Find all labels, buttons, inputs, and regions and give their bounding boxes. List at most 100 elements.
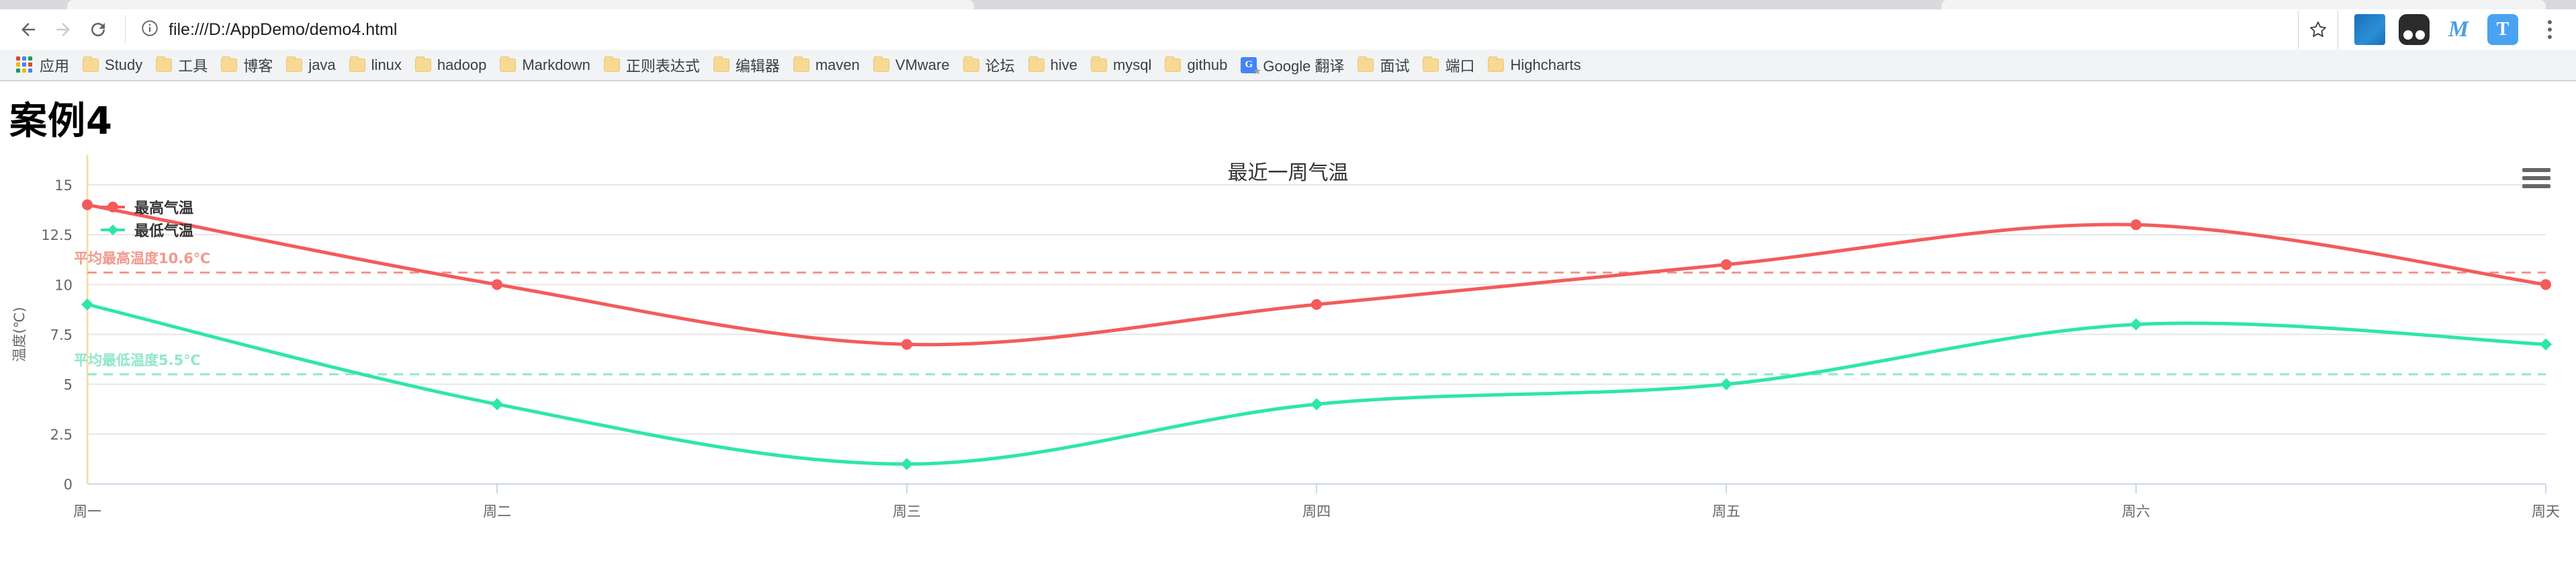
- data-point-marker[interactable]: 周六 最高气温 13: [2131, 219, 2141, 231]
- apps-grid-dot: [22, 68, 26, 73]
- google-translate-icon: G: [1241, 56, 1261, 77]
- bookmark-item[interactable]: linux: [343, 52, 408, 78]
- apps-grid-dot: [28, 56, 32, 60]
- y-axis-tick-label: 2.5: [50, 427, 73, 443]
- bookmark-label: hadoop: [437, 56, 487, 73]
- data-point-marker[interactable]: 周三 最高气温 7: [901, 339, 912, 350]
- extension-m-icon[interactable]: M: [2443, 14, 2474, 45]
- address-bar[interactable]: file:///D:/AppDemo/demo4.html: [125, 15, 2298, 44]
- bookmark-label: linux: [371, 56, 402, 73]
- bookmark-label: 博客: [243, 57, 273, 75]
- legend-marker-1[interactable]: [107, 202, 118, 212]
- back-button[interactable]: [11, 12, 46, 47]
- folder-icon: [221, 56, 238, 72]
- forward-button[interactable]: [46, 12, 81, 47]
- browser-chrome: file:///D:/AppDemo/demo4.html M T 应用 Stud…: [0, 0, 2576, 81]
- chrome-menu-button[interactable]: [2534, 12, 2565, 47]
- apps-grid-icon: [16, 56, 34, 74]
- bookmark-item[interactable]: 端口: [1416, 52, 1481, 78]
- bookmark-star-button[interactable]: [2298, 10, 2338, 49]
- extension-dark-eyes-icon[interactable]: [2399, 14, 2430, 45]
- y-axis-tick-label: 0: [64, 477, 73, 493]
- page-title: 案例4: [9, 99, 113, 143]
- bookmark-item[interactable]: mysql: [1084, 52, 1158, 78]
- extension-blue-box-icon[interactable]: [2354, 14, 2385, 45]
- apps-grid-dot: [28, 68, 32, 73]
- bookmark-label: 编辑器: [735, 57, 780, 75]
- y-axis-tick-label: 5: [64, 377, 73, 393]
- bookmark-item[interactable]: 应用: [9, 52, 76, 78]
- temperature-chart: 最近一周气温 0 2.5 5 7.5 10 12.5 15 周一 周二 周三 周四 周五 周六 周天 平均最…: [0, 148, 2576, 565]
- x-axis-tick-label: 周一: [73, 503, 101, 520]
- browser-tab[interactable]: [67, 0, 974, 9]
- bookmark-item[interactable]: 论坛: [957, 52, 1022, 78]
- bookmark-label: 论坛: [985, 57, 1015, 75]
- bookmark-label: Study: [105, 56, 143, 73]
- data-point-marker[interactable]: 周二 最低气温 4: [491, 398, 503, 411]
- info-icon[interactable]: [140, 19, 159, 41]
- bookmark-item[interactable]: java: [279, 52, 342, 78]
- bookmark-item[interactable]: hive: [1022, 52, 1084, 78]
- legend-marker-2[interactable]: [107, 224, 118, 235]
- bookmark-item[interactable]: Highcharts: [1481, 52, 1587, 78]
- data-point-marker[interactable]: 周四 最低气温 4: [1311, 398, 1323, 411]
- bookmark-item[interactable]: 博客: [214, 52, 279, 78]
- hamburger-line: [2522, 184, 2550, 188]
- folder-icon: [1028, 56, 1045, 72]
- bookmark-item[interactable]: Study: [76, 52, 149, 78]
- folder-icon: [156, 56, 173, 72]
- bookmark-item[interactable]: GGoogle 翻译: [1234, 52, 1351, 78]
- folder-icon: [713, 56, 729, 72]
- kebab-dot: [2548, 35, 2552, 39]
- x-axis-tick-label: 周五: [1712, 503, 1740, 520]
- chart-context-menu-button[interactable]: [2522, 167, 2550, 190]
- bookmark-item[interactable]: Markdown: [493, 52, 596, 78]
- data-point-marker[interactable]: 周二 最高气温 10: [492, 279, 502, 290]
- bookmark-label: 面试: [1380, 57, 1410, 75]
- y-axis-tick-label: 12.5: [41, 227, 73, 243]
- bookmark-label: mysql: [1112, 56, 1152, 73]
- bookmark-item[interactable]: 面试: [1351, 52, 1416, 78]
- navigation-toolbar: file:///D:/AppDemo/demo4.html M T: [0, 9, 2576, 50]
- y-axis-tick-label: 7.5: [50, 327, 73, 343]
- apps-grid-dot: [28, 62, 32, 67]
- reload-button[interactable]: [81, 12, 116, 47]
- data-point-marker[interactable]: 周天 最低气温 7: [2540, 338, 2552, 351]
- browser-tab[interactable]: [1941, 0, 2546, 9]
- folder-icon: [1358, 56, 1374, 72]
- data-point-marker[interactable]: 周五 最高气温 11: [1721, 259, 1732, 270]
- data-point-marker[interactable]: 周三 最低气温 1: [901, 458, 913, 471]
- bookmark-label: 应用: [40, 57, 70, 75]
- bookmark-item[interactable]: 工具: [149, 52, 214, 78]
- chart-plot-area: 02.557.51012.515周一 周二 周三 周四 周五 周六 周天平均最高温度10.6…: [11, 155, 2560, 520]
- tab-strip[interactable]: [0, 0, 2576, 9]
- data-point-marker[interactable]: 周天 最高气温 10: [2540, 279, 2551, 290]
- bookmark-item[interactable]: 编辑器: [707, 52, 787, 78]
- bookmark-item[interactable]: hadoop: [408, 52, 493, 78]
- data-point-marker[interactable]: 周一 最高气温 14: [82, 199, 93, 210]
- bookmark-label: hive: [1050, 56, 1077, 73]
- folder-icon: [414, 56, 431, 72]
- data-point-marker[interactable]: 周五 最低气温 5: [1720, 378, 1732, 391]
- folder-icon: [1090, 56, 1107, 72]
- bookmark-item[interactable]: 正则表达式: [597, 52, 707, 78]
- x-axis-tick-label: 周四: [1302, 503, 1331, 520]
- kebab-dot: [2548, 28, 2552, 32]
- data-point-marker[interactable]: 周四 最高气温 9: [1311, 299, 1322, 310]
- extension-t-icon[interactable]: T: [2487, 14, 2518, 45]
- bookmark-label: Highcharts: [1510, 56, 1581, 73]
- bookmark-label: github: [1187, 56, 1228, 73]
- back-arrow-icon: [21, 23, 35, 36]
- bookmark-item[interactable]: VMware: [867, 52, 957, 78]
- url-text: file:///D:/AppDemo/demo4.html: [169, 19, 398, 39]
- bookmark-label: 端口: [1445, 57, 1475, 75]
- data-point-marker[interactable]: 周六 最低气温 8: [2130, 318, 2142, 331]
- legend-label-1[interactable]: 最高气温: [134, 200, 193, 217]
- data-point-marker[interactable]: 周一 最低气温 9: [81, 298, 93, 311]
- y-axis-tick-label: 10: [54, 277, 73, 293]
- folder-icon: [286, 56, 303, 72]
- folder-icon: [963, 56, 979, 72]
- bookmark-item[interactable]: maven: [787, 52, 867, 78]
- legend-label-2[interactable]: 最低气温: [134, 222, 193, 240]
- bookmark-item[interactable]: github: [1158, 52, 1234, 78]
